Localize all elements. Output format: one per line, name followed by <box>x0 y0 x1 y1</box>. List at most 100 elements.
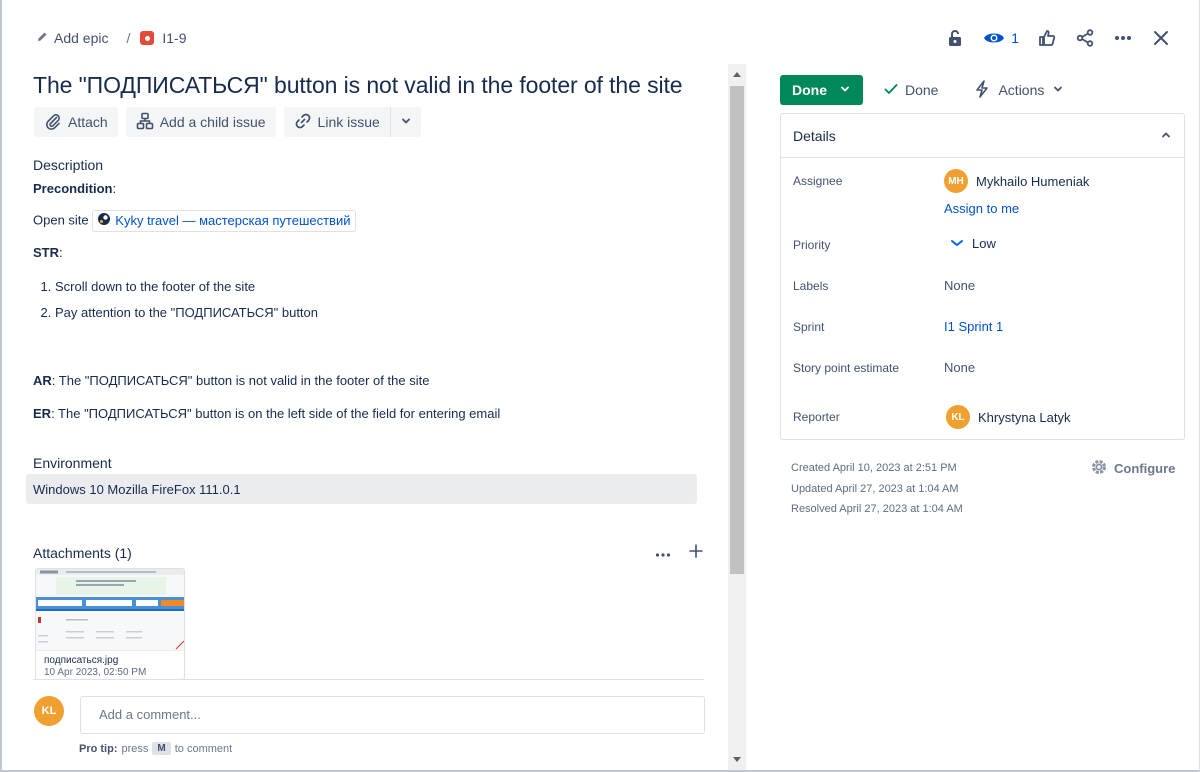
issue-dates: Created April 10, 2023 at 2:51 PM Update… <box>791 458 963 520</box>
close-button[interactable] <box>1151 26 1171 50</box>
assignee-name: Mykhailo Humeniak <box>976 173 1090 189</box>
share-button[interactable] <box>1075 26 1095 50</box>
child-issue-icon <box>136 112 154 133</box>
er-label: ER <box>33 406 52 421</box>
issue-key-link[interactable]: I1-9 <box>140 30 187 46</box>
attachments-header: Attachments (1) <box>33 544 703 561</box>
details-panel: Details Assignee MH Mykhailo Humeniak As… <box>780 113 1185 440</box>
resolution-indicator: Done <box>883 81 938 100</box>
created-date: Created April 10, 2023 at 2:51 PM <box>791 462 957 474</box>
chevron-down-icon <box>839 82 851 98</box>
scroll-up-arrow[interactable] <box>733 72 741 77</box>
paperclip-icon <box>44 112 62 133</box>
open-site-text: Open site <box>33 212 89 228</box>
updated-date: Updated April 27, 2023 at 1:04 AM <box>791 482 959 495</box>
issue-toolbar: 1 <box>945 26 1171 50</box>
add-epic-link[interactable]: Add epic <box>36 30 108 46</box>
close-icon <box>1151 28 1171 48</box>
scrollbar[interactable] <box>728 64 746 770</box>
pro-tip-text: to comment <box>174 742 233 755</box>
attachments-more-icon[interactable] <box>655 545 671 561</box>
chevron-down-icon <box>1052 82 1064 98</box>
priority-value[interactable]: Low <box>950 236 996 251</box>
attachment-thumbnail <box>36 569 184 651</box>
configure-button[interactable]: Configure <box>1090 458 1175 479</box>
more-actions-dropdown[interactable] <box>391 107 421 137</box>
more-button[interactable] <box>1113 26 1133 50</box>
assignee-label: Assignee <box>793 174 843 188</box>
divider <box>33 679 704 680</box>
list-item: Pay attention to the "ПОДПИСАТЬСЯ" butto… <box>55 304 703 322</box>
site-link-text: Kyky travel — мастерская путешествий <box>115 213 351 228</box>
issue-action-bar: Attach Add a child issue Link issue <box>34 107 421 137</box>
attachment-caption: подписаться.jpg 10 Apr 2023, 02:50 PM <box>36 651 184 679</box>
attach-button[interactable]: Attach <box>34 107 118 137</box>
attachment-date: 10 Apr 2023, 02:50 PM <box>44 667 147 678</box>
pencil-icon <box>36 30 48 46</box>
attach-label: Attach <box>68 114 108 130</box>
pro-tip-label: Pro tip: <box>79 742 118 755</box>
watch-count: 1 <box>1011 30 1019 46</box>
steps-list: Scroll down to the footer of the site Pa… <box>33 278 703 322</box>
chevron-up-icon <box>1160 128 1172 144</box>
str-label: STR <box>33 245 59 260</box>
add-child-issue-button[interactable]: Add a child issue <box>125 107 276 137</box>
str-colon: : <box>59 245 63 260</box>
bug-icon <box>140 31 155 45</box>
list-item: Scroll down to the footer of the site <box>55 278 703 296</box>
assign-to-me-link[interactable]: Assign to me <box>944 201 1019 216</box>
avatar: MH <box>944 169 968 193</box>
more-icon <box>1113 28 1133 48</box>
issue-title[interactable]: The "ПОДПИСАТЬСЯ" button is not valid in… <box>33 72 683 99</box>
vote-button[interactable] <box>1037 26 1057 50</box>
story-points-label: Story point estimate <box>793 361 900 375</box>
attachment-card[interactable]: подписаться.jpg 10 Apr 2023, 02:50 PM <box>35 568 185 680</box>
breadcrumb-separator: / <box>126 30 131 46</box>
reporter-name: Khrystyna Latyk <box>978 409 1071 425</box>
scroll-thumb[interactable] <box>730 86 744 574</box>
status-row: Done Done Actions <box>780 75 1064 105</box>
shortcut-key: M <box>152 742 171 755</box>
watch-button[interactable]: 1 <box>983 26 1019 50</box>
story-points-value[interactable]: None <box>944 360 975 375</box>
scroll-down-arrow[interactable] <box>733 757 741 762</box>
attachment-file-name: подписаться.jpg <box>44 655 119 666</box>
labels-label: Labels <box>793 279 829 293</box>
lock-button[interactable] <box>945 26 965 50</box>
link-issue-button[interactable]: Link issue <box>284 107 390 137</box>
ar-text: : The "ПОДПИСАТЬСЯ" button is not valid … <box>51 373 430 388</box>
breadcrumb: Add epic / I1-9 <box>36 28 187 48</box>
comment-input[interactable]: Add a comment... <box>80 696 705 734</box>
description-body[interactable]: Precondition: Open site Kyky travel — ма… <box>33 180 703 423</box>
gear-icon <box>1090 458 1108 479</box>
site-favicon-icon <box>97 212 111 231</box>
share-icon <box>1075 28 1095 48</box>
labels-value[interactable]: None <box>944 278 975 293</box>
configure-label: Configure <box>1114 461 1176 476</box>
add-attachment-icon[interactable] <box>689 544 703 561</box>
lock-icon <box>945 28 965 48</box>
sprint-value[interactable]: I1 Sprint 1 <box>944 319 1003 334</box>
actions-button[interactable]: Actions <box>974 79 1064 101</box>
site-link[interactable]: Kyky travel — мастерская путешествий <box>92 210 356 232</box>
precondition-label: Precondition <box>33 181 113 196</box>
details-title: Details <box>793 127 836 144</box>
attachments-tools <box>655 544 703 561</box>
ar-label: AR <box>33 373 52 388</box>
details-header[interactable]: Details <box>781 114 1184 158</box>
sprint-label: Sprint <box>793 320 825 334</box>
status-button[interactable]: Done <box>780 75 863 105</box>
add-child-label: Add a child issue <box>159 114 266 130</box>
attachments-label: Attachments (1) <box>33 544 132 561</box>
actions-label: Actions <box>998 82 1045 98</box>
link-issue-label: Link issue <box>317 114 380 130</box>
avatar: KL <box>34 696 64 726</box>
environment-field[interactable]: Windows 10 Mozilla FireFox 111.0.1 <box>26 474 697 504</box>
er-text: : The "ПОДПИСАТЬСЯ" button is on the lef… <box>51 406 501 421</box>
add-epic-label: Add epic <box>54 30 109 46</box>
status-label: Done <box>792 82 827 98</box>
link-icon <box>294 112 312 133</box>
assignee-value[interactable]: MH Mykhailo Humeniak <box>944 169 1089 193</box>
reporter-value[interactable]: KL Khrystyna Latyk <box>946 405 1071 429</box>
avatar: KL <box>946 405 970 429</box>
